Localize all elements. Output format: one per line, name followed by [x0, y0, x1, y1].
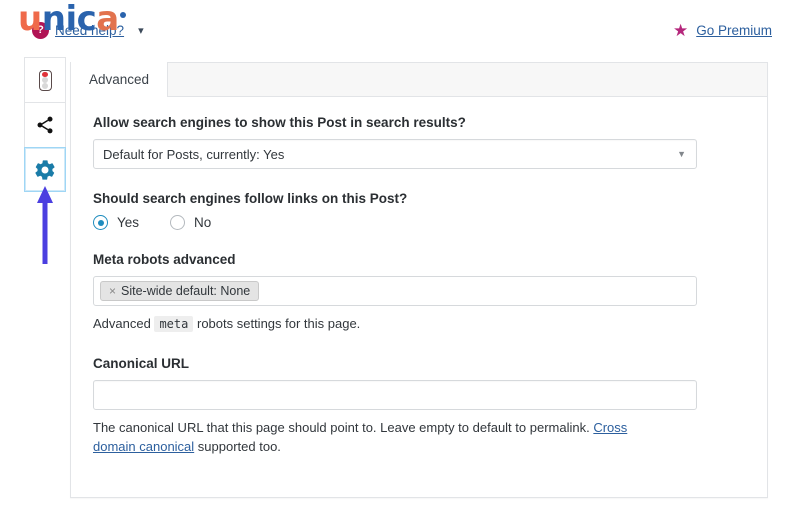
canonical-url-label: Canonical URL [93, 355, 190, 371]
close-icon[interactable]: × [109, 284, 116, 298]
follow-links-radio-group: Yes No [93, 215, 745, 230]
canonical-url-help-text: The canonical URL that this page should … [93, 419, 673, 457]
allow-search-selected-value: Default for Posts, currently: Yes [103, 146, 285, 162]
top-bar: ? Need help? ▾ unica ★ Go Premium [0, 0, 800, 52]
advanced-settings-panel: Advanced Allow search engines to show th… [70, 62, 768, 498]
logo-letter-i: i [65, 0, 77, 39]
meta-robots-label: Meta robots advanced [93, 252, 236, 267]
meta-code-literal: meta [154, 316, 194, 332]
gear-icon [35, 159, 55, 180]
chevron-down-icon: ▼ [677, 149, 686, 159]
logo-letter-u: u [18, 0, 42, 39]
radio-follow-links-no[interactable] [170, 215, 186, 230]
token-site-wide-default[interactable]: × Site-wide default: None [100, 281, 260, 301]
meta-robots-help-text: Advanced meta robots settings for this p… [93, 315, 673, 334]
radio-follow-links-no-label: No [194, 215, 212, 230]
chevron-down-icon[interactable]: ▾ [138, 24, 144, 37]
logo-dot-icon [119, 11, 126, 18]
allow-search-select[interactable]: Default for Posts, currently: Yes ▼ [93, 139, 697, 169]
sidebar-item-social-share[interactable] [24, 102, 66, 147]
tab-advanced-label: Advanced [89, 72, 150, 87]
field-follow-links: Should search engines follow links on th… [93, 191, 745, 230]
radio-follow-links-yes-label: Yes [117, 215, 140, 230]
radio-follow-links-yes[interactable] [93, 215, 108, 230]
meta-robots-help-after: robots settings for this page. [196, 316, 361, 331]
token-label: Site-wide default: None [121, 284, 251, 298]
canonical-help-before: The canonical URL that this page should … [93, 419, 594, 435]
sidebar-item-seo-score[interactable] [24, 57, 66, 102]
sidebar-tab-rail [24, 57, 66, 192]
panel-body: Allow search engines to show this Post i… [71, 97, 767, 457]
meta-robots-help-before: Advanced [93, 316, 151, 331]
panel-tab-strip: Advanced [71, 62, 767, 97]
field-allow-search-engines: Allow search engines to show this Post i… [93, 115, 745, 169]
allow-search-label: Allow search engines to show this Post i… [93, 115, 466, 130]
follow-links-label: Should search engines follow links on th… [93, 191, 408, 206]
field-meta-robots-advanced: Meta robots advanced × Site-wide default… [93, 252, 745, 334]
arrow-annotation [37, 186, 53, 264]
star-icon: ★ [672, 21, 689, 40]
field-canonical-url: Canonical URL The canonical URL that thi… [93, 356, 745, 457]
tab-advanced[interactable]: Advanced [71, 62, 169, 97]
unica-logo: unica [18, 2, 126, 36]
logo-letter-a: a [96, 0, 119, 39]
go-premium-link[interactable]: ★ Go Premium [673, 22, 772, 39]
logo-letter-c: c [76, 0, 97, 39]
traffic-light-icon [38, 69, 52, 91]
meta-robots-token-field[interactable]: × Site-wide default: None [93, 276, 697, 306]
canonical-help-after: supported too. [194, 438, 281, 454]
share-icon [37, 116, 53, 134]
go-premium-label: Go Premium [696, 23, 772, 38]
logo-letter-n: n [41, 0, 66, 39]
canonical-url-input[interactable] [93, 379, 697, 410]
